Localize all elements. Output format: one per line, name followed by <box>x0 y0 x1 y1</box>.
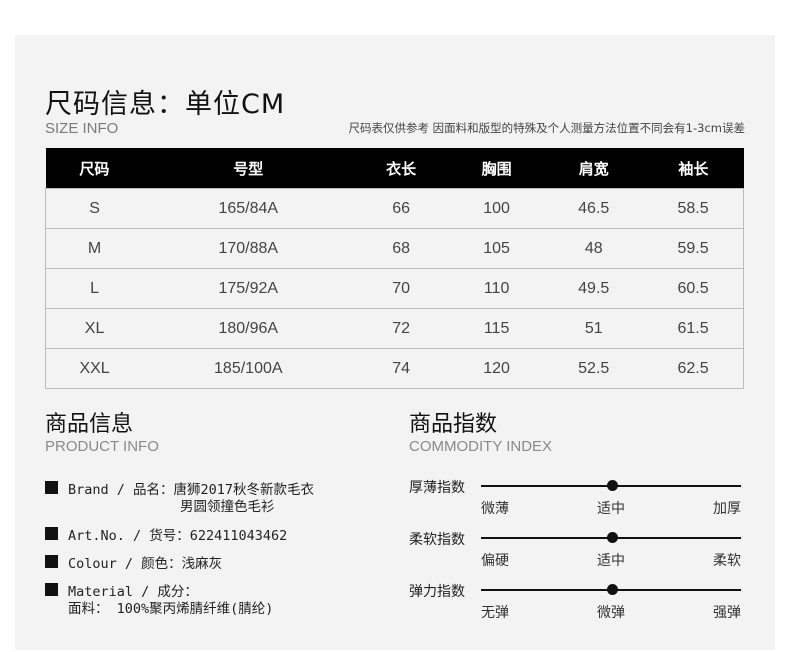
commodity-index-title: 商品指数 <box>409 412 498 437</box>
table-cell: 48 <box>544 228 644 269</box>
table-cell: 58.5 <box>643 188 745 229</box>
header-size: 尺码 <box>45 148 144 189</box>
bullet-icon <box>45 583 58 596</box>
table-cell: 170/88A <box>143 228 354 269</box>
table-row: M 170/88A 68 105 48 59.5 <box>45 228 745 269</box>
size-table-header: 尺码 号型 衣长 胸围 肩宽 袖长 <box>45 148 744 189</box>
index-label: 厚薄指数 <box>409 480 465 496</box>
index-tick-low: 无弹 <box>481 605 509 621</box>
table-cell: 62.5 <box>643 348 745 389</box>
index-label: 柔软指数 <box>409 532 465 548</box>
table-cell: 46.5 <box>544 188 644 229</box>
index-tick-mid: 微弹 <box>597 605 625 621</box>
table-cell: 60.5 <box>643 268 745 309</box>
table-cell: 59.5 <box>643 228 745 269</box>
table-cell: 51 <box>544 308 644 349</box>
size-info-subtitle: SIZE INFO <box>45 120 119 137</box>
art-no-line: Art.No. / 货号：622411043462 <box>68 528 288 544</box>
table-cell: 185/100A <box>143 348 354 389</box>
index-label: 弹力指数 <box>409 584 465 600</box>
table-cell: 70 <box>353 268 449 309</box>
table-cell: XL <box>45 308 144 349</box>
product-info-title: 商品信息 <box>45 412 134 437</box>
table-row: XXL 185/100A 74 120 52.5 62.5 <box>45 348 745 389</box>
table-cell: 66 <box>353 188 449 229</box>
size-info-note: 尺码表仅供参考 因面料和版型的特殊及个人测量方法位置不同会有1-3cm误差 <box>348 121 745 135</box>
table-cell: 72 <box>353 308 449 349</box>
index-tick-high: 柔软 <box>713 553 741 569</box>
index-tick-high: 加厚 <box>713 501 741 517</box>
index-tick-low: 偏硬 <box>481 553 509 569</box>
table-cell: 52.5 <box>544 348 644 389</box>
table-cell: 180/96A <box>143 308 354 349</box>
table-cell: 115 <box>448 308 545 349</box>
bullet-icon <box>45 555 58 568</box>
bullet-icon <box>45 527 58 540</box>
table-row: XL 180/96A 72 115 51 61.5 <box>45 308 745 349</box>
header-chest: 胸围 <box>448 148 545 189</box>
colour-line: Colour / 颜色：浅麻灰 <box>68 556 223 572</box>
table-cell: XXL <box>45 348 144 389</box>
table-cell: 165/84A <box>143 188 354 229</box>
table-cell: 110 <box>448 268 545 309</box>
table-cell: 68 <box>353 228 449 269</box>
table-cell: 100 <box>448 188 545 229</box>
header-sleeve: 袖长 <box>643 148 744 189</box>
brand-line-2: 男圆领撞色毛衫 <box>180 499 275 515</box>
table-cell: 49.5 <box>544 268 644 309</box>
table-cell: 61.5 <box>643 308 745 349</box>
index-marker <box>606 584 618 595</box>
table-cell: 175/92A <box>143 268 354 309</box>
header-model: 号型 <box>143 148 354 189</box>
table-row: S 165/84A 66 100 46.5 58.5 <box>45 188 745 229</box>
index-tick-high: 强弹 <box>713 605 741 621</box>
index-tick-mid: 适中 <box>597 553 625 569</box>
header-shoulder: 肩宽 <box>544 148 644 189</box>
index-marker <box>606 532 618 543</box>
table-cell: 105 <box>448 228 545 269</box>
index-marker <box>606 480 618 491</box>
table-cell: L <box>45 268 144 309</box>
table-cell: M <box>45 228 144 269</box>
product-info-subtitle: PRODUCT INFO <box>45 438 159 455</box>
table-cell: S <box>45 188 144 229</box>
size-table: 尺码 号型 衣长 胸围 肩宽 袖长 S 165/84A 66 100 46.5 … <box>45 148 745 389</box>
table-cell: 74 <box>353 348 449 389</box>
index-tick-mid: 适中 <box>597 501 625 517</box>
table-row: L 175/92A 70 110 49.5 60.5 <box>45 268 745 309</box>
material-fabric-line: 面料： 100%聚丙烯腈纤维(腈纶) <box>68 601 274 617</box>
header-length: 衣长 <box>353 148 449 189</box>
table-cell: 120 <box>448 348 545 389</box>
size-info-title: 尺码信息：单位CM <box>45 89 286 120</box>
commodity-index-subtitle: COMMODITY INDEX <box>409 438 553 455</box>
bullet-icon <box>45 481 58 494</box>
index-tick-low: 微薄 <box>481 501 509 517</box>
